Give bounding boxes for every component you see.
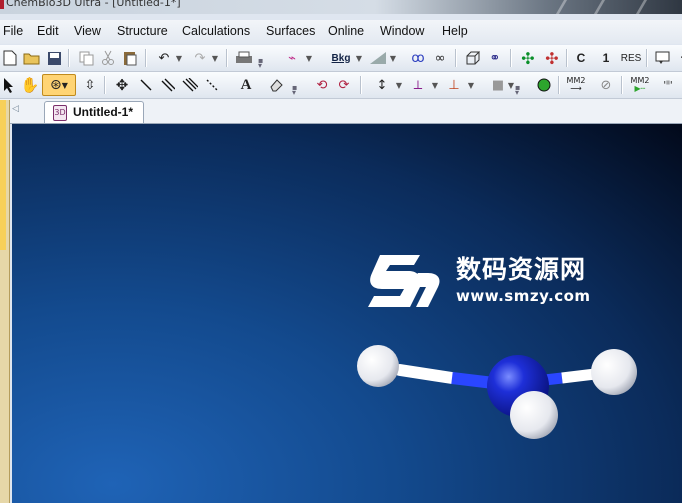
menu-file[interactable]: File (3, 24, 23, 38)
model-display-dropdown-icon[interactable]: ▼ (304, 48, 314, 68)
hydrogen-atom-1[interactable] (357, 345, 399, 387)
axis-dropdown-icon[interactable]: ▼ (394, 75, 404, 95)
redo-icon[interactable]: ↷ (190, 48, 210, 68)
background-dropdown-icon[interactable]: ▼ (354, 48, 364, 68)
tab-label: Untitled-1* (73, 105, 133, 119)
open-icon[interactable] (22, 48, 42, 68)
molecule-ammonia[interactable] (352, 338, 652, 448)
redo-dropdown-icon[interactable]: ▼ (210, 48, 220, 68)
building-toolbar: ✋ ⊛ ▼ ⇳ ✥ A ▪ ▾ ⟲ ⟳ ↕ ▼ ⟂ ▼ ⊥ ▼ ■ ▼ ▪ ▾ MM2… (0, 72, 682, 99)
app-icon (0, 0, 4, 9)
menu-calculations[interactable]: Calculations (182, 24, 250, 38)
more-icon[interactable]: · (672, 48, 682, 68)
tab-scroll-left-icon[interactable]: ◁ (12, 104, 19, 114)
undo-icon[interactable]: ↶ (154, 48, 174, 68)
tooltip-icon[interactable] (652, 48, 672, 68)
stop-calc-icon[interactable]: ⊘ (596, 75, 616, 95)
mm2-dynamics-button[interactable]: MM2 ▶╌ (626, 75, 654, 95)
document-tabs: ◁ 3D Untitled-1* (0, 99, 682, 124)
watermark-logo-icon (368, 255, 440, 307)
triple-bond-icon[interactable] (180, 75, 200, 95)
watermark-text: 数码资源网 (456, 255, 587, 284)
color-swatch-icon[interactable] (368, 48, 388, 68)
menu-surfaces[interactable]: Surfaces (266, 24, 315, 38)
new-icon[interactable] (0, 48, 20, 68)
menu-help[interactable]: Help (442, 24, 468, 38)
hydrogen-atom-2[interactable] (591, 349, 637, 395)
undo-dropdown-icon[interactable]: ▼ (174, 48, 184, 68)
title-bar: ChemBio3D Ultra - [Untitled-1*] (0, 0, 682, 14)
hydrogen-atom-3[interactable] (510, 391, 558, 439)
menu-online[interactable]: Online (328, 24, 364, 38)
window-title: ChemBio3D Ultra - [Untitled-1*] (6, 0, 181, 9)
plane-dropdown-icon[interactable]: ▼ (466, 75, 476, 95)
hand-icon[interactable]: ✋ (20, 75, 40, 95)
rotate-icon[interactable]: ⊛ ▼ (42, 74, 76, 96)
left-dock-panel[interactable] (0, 100, 10, 503)
color-dropdown-icon[interactable]: ▼ (388, 48, 398, 68)
standard-toolbar: ↶ ▼ ↷ ▼ ▪ ▾ ⌁ ▼ Bkg ▼ ▼ ꝏ ∞ ⚭ ✣ ✣ C 1 RES… (0, 45, 682, 72)
glasses-icon[interactable]: ∞ (430, 48, 450, 68)
record-icon[interactable] (534, 75, 554, 95)
measure-remove-icon[interactable]: ✣ (542, 48, 562, 68)
stop-icon[interactable]: ■ (488, 75, 508, 95)
axis-icon[interactable]: ↕ (372, 75, 392, 95)
stereo-view-icon[interactable]: ꝏ (408, 48, 428, 68)
move-icon[interactable]: ✥ (112, 75, 132, 95)
model-display-icon[interactable]: ⌁ (282, 48, 302, 68)
zoom-icon[interactable]: ⇳ (80, 75, 100, 95)
bond-tool-icon[interactable] (136, 75, 156, 95)
ruler-icon[interactable]: 'ᴵᴵ' (658, 75, 678, 95)
save-icon[interactable] (44, 48, 64, 68)
measure-add-icon[interactable]: ✣ (518, 48, 538, 68)
background-color-button[interactable]: Bkg (328, 48, 354, 68)
cut-icon[interactable] (98, 48, 118, 68)
bond-n-h1[interactable] (394, 364, 503, 390)
dummy-bond-icon[interactable] (202, 75, 222, 95)
eraser-icon[interactable] (266, 75, 286, 95)
double-bond-icon[interactable] (158, 75, 178, 95)
menu-window[interactable]: Window (380, 24, 424, 38)
menu-bar: File Edit View Structure Calculations Su… (0, 20, 682, 44)
copy-icon[interactable] (76, 48, 96, 68)
align-dropdown-icon[interactable]: ▼ (430, 75, 440, 95)
box-icon[interactable] (463, 48, 483, 68)
residue-label-button[interactable]: RES (618, 48, 644, 68)
rotate-x-icon[interactable]: ⟲ (312, 75, 332, 95)
document-icon: 3D (53, 105, 67, 121)
watermark-url: www.smzy.com (456, 287, 591, 305)
carbon-label-button[interactable]: C (571, 48, 591, 68)
select-icon[interactable] (0, 75, 18, 95)
orbit-icon[interactable]: ⚭ (485, 48, 505, 68)
menu-structure[interactable]: Structure (117, 24, 168, 38)
plane-icon[interactable]: ⊥ (444, 75, 464, 95)
text-tool-button[interactable]: A (236, 75, 256, 95)
serial-number-button[interactable]: 1 (596, 48, 616, 68)
model-viewport[interactable]: 数码资源网 www.smzy.com (12, 124, 682, 503)
paste-icon[interactable] (120, 48, 140, 68)
menu-edit[interactable]: Edit (37, 24, 59, 38)
align-icon[interactable]: ⟂ (408, 75, 428, 95)
tab-untitled-1[interactable]: 3D Untitled-1* (44, 101, 144, 123)
rotate-y-icon[interactable]: ⟳ (334, 75, 354, 95)
mm2-minimize-button[interactable]: MM2 ⟶ (562, 75, 590, 95)
print-icon[interactable] (234, 48, 254, 68)
menu-view[interactable]: View (74, 24, 101, 38)
